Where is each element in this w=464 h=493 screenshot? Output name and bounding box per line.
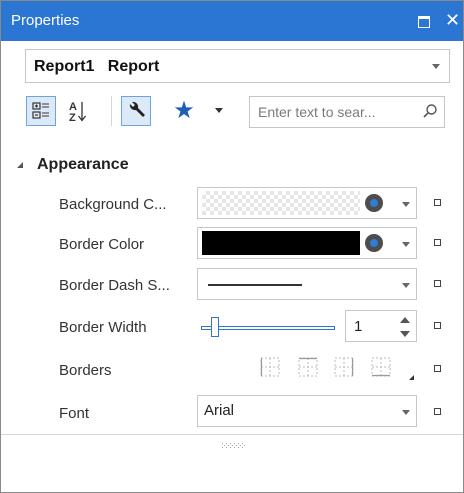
border-width-value: 1 xyxy=(354,318,363,335)
font-value: Arial xyxy=(204,402,235,419)
spin-down-icon[interactable] xyxy=(400,331,410,337)
property-label: Background C... xyxy=(59,196,167,213)
border-top-icon[interactable] xyxy=(298,357,318,377)
property-label: Borders xyxy=(59,362,112,379)
color-picker-icon[interactable] xyxy=(365,234,383,252)
svg-text:Z: Z xyxy=(69,112,76,124)
property-marker-icon[interactable] xyxy=(434,322,441,329)
spin-up-icon[interactable] xyxy=(400,317,410,323)
description-splitter[interactable] xyxy=(1,434,463,435)
chevron-down-icon[interactable] xyxy=(402,283,410,288)
border-left-icon[interactable] xyxy=(260,357,280,377)
border-dash-style-editor[interactable] xyxy=(197,268,417,300)
property-row-borders: Borders xyxy=(1,350,463,390)
property-marker-icon[interactable] xyxy=(434,280,441,287)
toolbar-separator xyxy=(111,96,112,126)
alphabetical-button[interactable]: A Z xyxy=(64,96,94,126)
border-width-spinner[interactable]: 1 xyxy=(345,310,417,342)
property-marker-icon[interactable] xyxy=(434,239,441,246)
star-icon: ★ xyxy=(173,97,195,124)
wrench-icon xyxy=(129,101,145,117)
search-box[interactable] xyxy=(249,96,445,128)
property-row-background-color: Background C... xyxy=(1,184,463,224)
border-right-icon[interactable] xyxy=(334,357,354,377)
border-bottom-icon[interactable] xyxy=(371,357,391,377)
properties-tab-button[interactable] xyxy=(121,96,151,126)
search-icon[interactable] xyxy=(422,103,438,119)
object-selector[interactable]: Report1 Report xyxy=(25,49,450,83)
property-label: Border Dash S... xyxy=(59,277,170,294)
toolbar-dropdown-button[interactable] xyxy=(209,96,229,126)
category-label: Appearance xyxy=(37,156,129,173)
property-row-border-color: Border Color xyxy=(1,224,463,264)
title-bar: Properties ✕ xyxy=(1,1,463,41)
border-width-slider-thumb[interactable] xyxy=(211,317,219,337)
categorized-button[interactable] xyxy=(26,96,56,126)
border-width-slider-track[interactable] xyxy=(201,326,335,330)
background-color-editor[interactable] xyxy=(197,187,417,219)
property-label: Border Color xyxy=(59,236,145,253)
chevron-down-icon xyxy=(215,108,223,113)
chevron-down-icon[interactable] xyxy=(402,410,410,415)
collapse-triangle-icon[interactable] xyxy=(17,162,23,168)
chevron-down-icon[interactable] xyxy=(432,64,440,69)
property-row-border-dash-style: Border Dash S... xyxy=(1,265,463,305)
property-row-font: Font Arial xyxy=(1,393,463,433)
chevron-down-icon[interactable] xyxy=(402,202,410,207)
categorized-icon xyxy=(32,102,49,119)
chevron-down-icon[interactable] xyxy=(402,242,410,247)
property-label: Font xyxy=(59,405,90,422)
sort-az-icon: A Z xyxy=(69,101,87,124)
solid-line-preview xyxy=(208,284,302,286)
black-swatch xyxy=(202,231,360,255)
property-marker-icon[interactable] xyxy=(434,365,441,372)
object-selector-value: Report1 Report xyxy=(34,58,160,75)
properties-panel: Properties ✕ Report1 Report A Z ★ Enter … xyxy=(0,0,464,493)
property-row-border-width: Border Width 1 xyxy=(1,307,463,347)
property-marker-icon[interactable] xyxy=(434,408,441,415)
borders-expand-icon[interactable] xyxy=(409,375,414,380)
splitter-grip-icon[interactable] xyxy=(221,443,247,449)
property-label: Border Width xyxy=(59,319,147,336)
search-input[interactable] xyxy=(250,97,418,127)
border-color-editor[interactable] xyxy=(197,227,417,259)
favorites-button[interactable]: ★ xyxy=(169,96,199,126)
font-editor[interactable]: Arial xyxy=(197,395,417,427)
transparent-swatch xyxy=(202,191,360,215)
maximize-icon[interactable] xyxy=(418,16,430,28)
color-picker-icon[interactable] xyxy=(365,194,383,212)
panel-title: Properties xyxy=(11,12,80,29)
property-marker-icon[interactable] xyxy=(434,199,441,206)
close-icon[interactable]: ✕ xyxy=(445,9,460,31)
